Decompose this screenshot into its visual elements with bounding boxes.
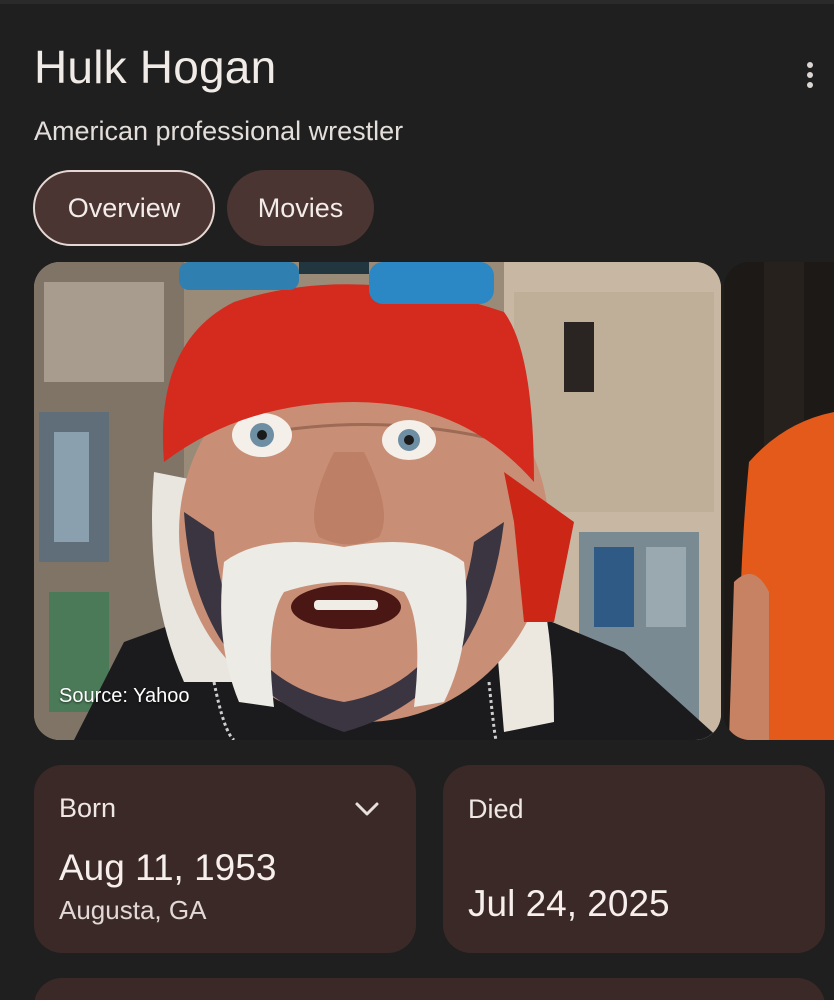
next-card[interactable]	[34, 978, 825, 1000]
next-image-preview[interactable]	[724, 262, 834, 740]
died-date: Jul 24, 2025	[468, 883, 670, 924]
image-source-caption: Source: Yahoo	[59, 685, 190, 707]
born-card[interactable]: Born Aug 11, 1953 Augusta, GA	[34, 765, 416, 953]
status-strip	[0, 0, 834, 4]
chevron-down-icon[interactable]	[351, 797, 383, 821]
died-card[interactable]: Died Jul 24, 2025	[443, 765, 825, 953]
born-date: Aug 11, 1953	[59, 847, 277, 888]
died-label: Died	[468, 794, 524, 824]
more-vert-icon[interactable]	[796, 58, 824, 92]
page-title: Hulk Hogan	[34, 41, 277, 93]
tab-overview[interactable]: Overview	[33, 170, 215, 246]
tab-movies[interactable]: Movies	[227, 170, 374, 246]
born-label: Born	[59, 793, 117, 823]
page-subtitle: American professional wrestler	[34, 116, 404, 146]
hero-image[interactable]: Source: Yahoo	[34, 262, 721, 740]
hero-portrait-illustration	[34, 262, 721, 740]
born-place: Augusta, GA	[59, 895, 207, 925]
next-image-illustration	[724, 262, 834, 740]
